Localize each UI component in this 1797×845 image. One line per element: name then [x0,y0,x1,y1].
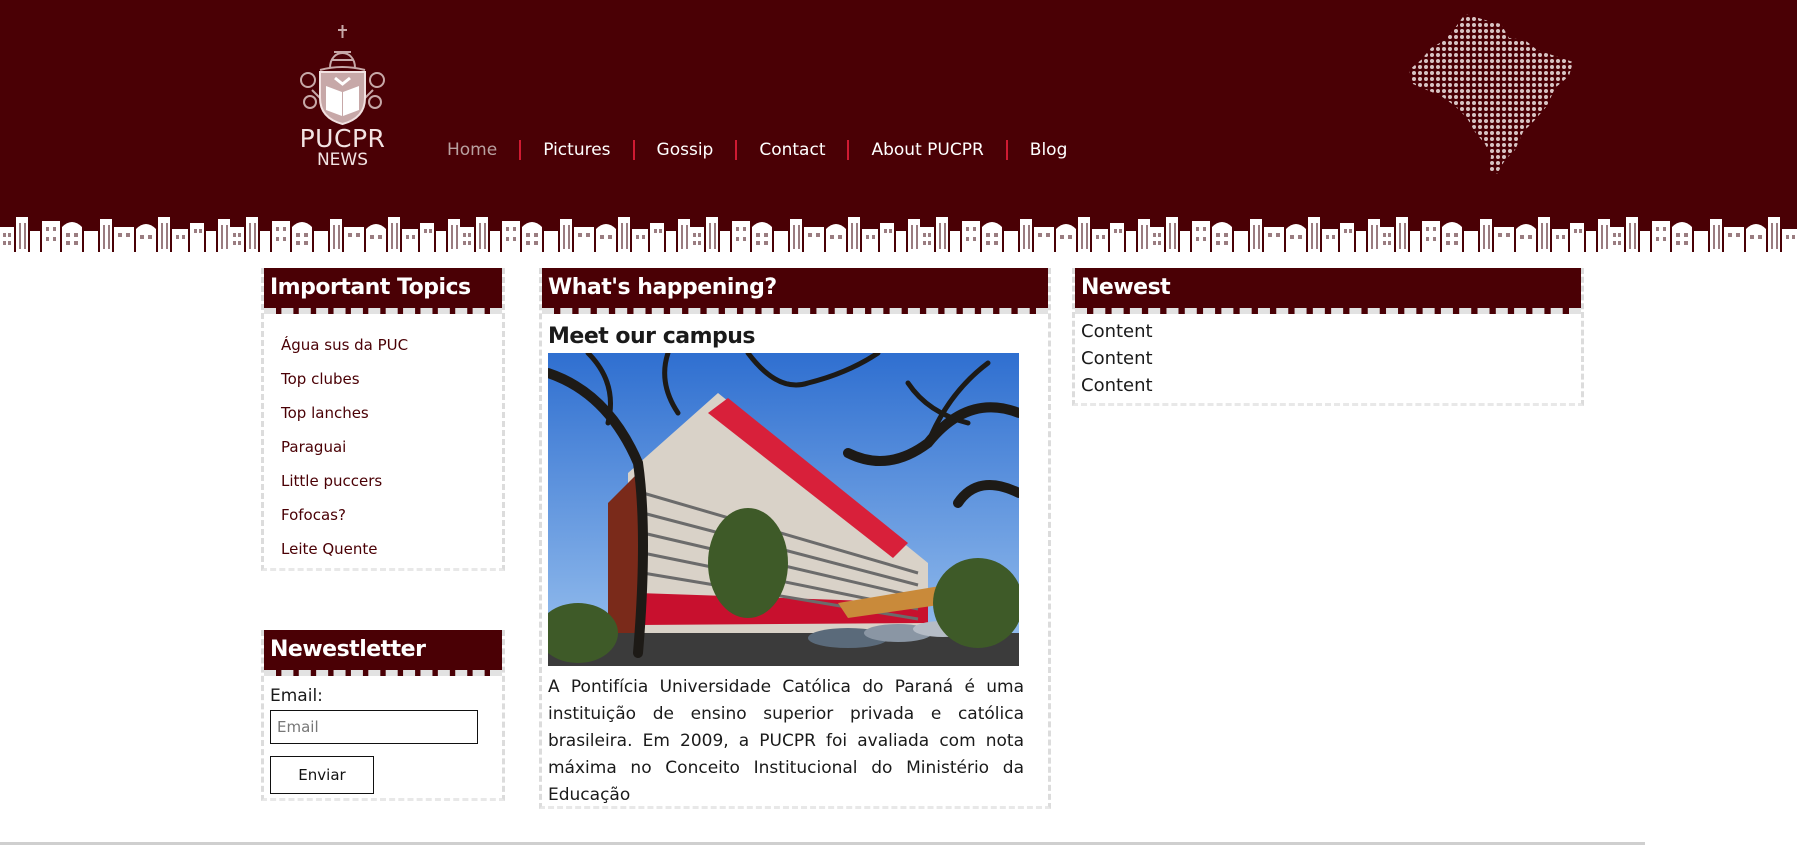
important-topics-panel: Important Topics Água sus da PUC Top clu… [261,268,505,571]
topic-link[interactable]: Top clubes [281,362,502,396]
topic-link[interactable]: Água sus da PUC [281,328,502,362]
whats-happening-panel: What's happening? Meet our campus A Pont… [539,268,1051,809]
city-skyline-banner [0,205,1797,252]
topic-link[interactable]: Paraguai [281,430,502,464]
papal-crest-icon [300,25,385,125]
main-nav: Home Pictures Gossip Contact About PUCPR… [435,138,1089,162]
important-topics-title: Important Topics [264,268,502,314]
nav-about-pucpr[interactable]: About PUCPR [849,138,1005,162]
nav-pictures[interactable]: Pictures [521,138,632,162]
email-label: Email: [270,686,323,706]
campus-photo [548,353,1019,666]
topic-link[interactable]: Top lanches [281,396,502,430]
logo-subtitle: NEWS [316,150,369,170]
topic-link[interactable]: Leite Quente [281,532,502,566]
newest-title: Newest [1075,268,1581,314]
email-field[interactable] [270,710,478,744]
nav-contact[interactable]: Contact [737,138,847,162]
newest-item: Content [1081,348,1153,369]
whats-happening-title: What's happening? [542,268,1048,314]
newest-panel: Newest Content Content Content [1072,268,1584,406]
newsletter-panel: Newestletter Email: Enviar [261,630,505,801]
newest-item: Content [1081,375,1153,396]
topics-list: Água sus da PUC Top clubes Top lanches P… [264,314,502,572]
logo-title: PUCPR [299,124,386,153]
article-text: A Pontifícia Universidade Católica do Pa… [548,677,1024,805]
topic-link[interactable]: Little puccers [281,464,502,498]
nav-gossip[interactable]: Gossip [635,138,736,162]
article-title: Meet our campus [548,324,756,349]
send-button[interactable]: Enviar [270,756,374,794]
topic-link[interactable]: Fofocas? [281,498,502,532]
pucpr-news-logo[interactable]: PUCPR NEWS [290,20,400,170]
nav-home[interactable]: Home [435,138,519,162]
site-header: PUCPR NEWS Home Pictures Gossip Contact … [0,0,1797,210]
brazil-map-icon [1409,14,1573,174]
newsletter-title: Newestletter [264,630,502,676]
nav-blog[interactable]: Blog [1008,138,1090,162]
newest-item: Content [1081,321,1153,342]
